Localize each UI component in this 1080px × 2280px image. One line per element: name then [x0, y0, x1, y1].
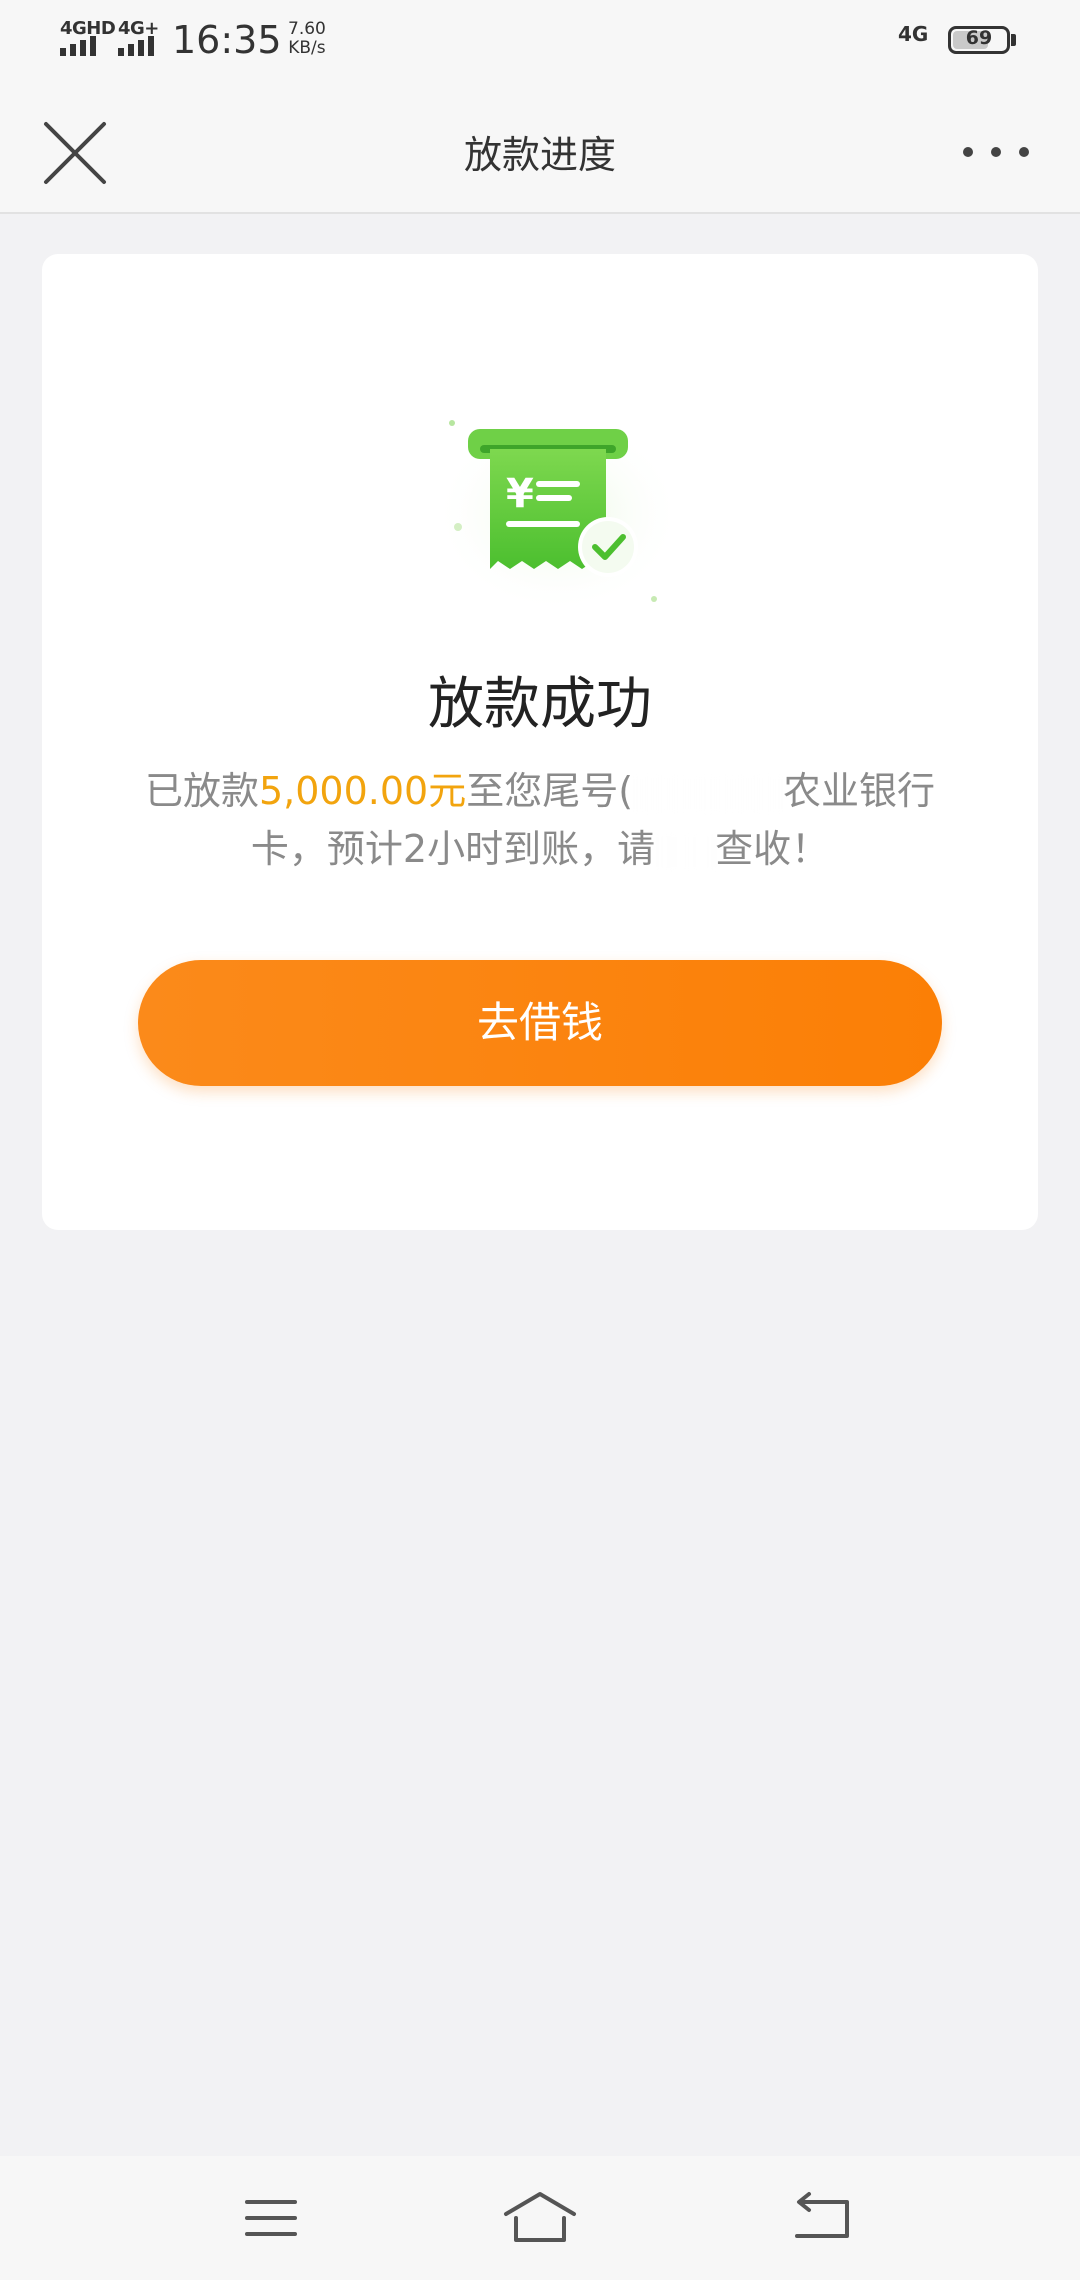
redacted-card-number: [633, 773, 784, 814]
result-card: ¥ 放款成功 已放款5,000.00元至您尾号( 农业银行 卡，预计2小时到账，请…: [42, 254, 1038, 1230]
signal-icon: [60, 36, 96, 56]
nav-bar: 放款进度: [0, 88, 1080, 214]
network-label-right: 4G: [898, 22, 929, 46]
desc-line2-b: 查收！: [715, 827, 830, 871]
system-nav-bar: [0, 2156, 1080, 2280]
clock: 16:35: [172, 18, 282, 62]
battery-level: 69: [965, 27, 993, 49]
success-title: 放款成功: [428, 672, 652, 737]
speed-value: 7.60: [288, 19, 326, 39]
svg-text:¥: ¥: [506, 471, 534, 517]
battery-tip: [1011, 34, 1016, 46]
desc-bank: 农业银行: [783, 769, 936, 813]
speed-unit: KB/s: [288, 38, 326, 58]
desc-line2-a: 卡，预计2小时到账，请: [250, 827, 656, 871]
more-dots-icon[interactable]: [958, 132, 1038, 172]
status-bar: 4GHD 4G+ 16:35 7.60 KB/s 4G 69: [0, 0, 1080, 88]
battery-icon: 69: [948, 26, 1010, 54]
loan-amount: 5,000.00元: [258, 769, 467, 813]
back-icon[interactable]: [783, 2188, 863, 2248]
disbursement-description: 已放款5,000.00元至您尾号( 农业银行 卡，预计2小时到账，请 查收！: [102, 762, 978, 878]
receipt-check-icon: ¥: [428, 399, 688, 619]
menu-icon[interactable]: [231, 2188, 311, 2248]
network-speed: 7.60 KB/s: [288, 20, 326, 58]
desc-mid: 至您尾号(: [466, 769, 634, 813]
borrow-button[interactable]: 去借钱: [138, 960, 942, 1086]
desc-prefix: 已放款: [144, 769, 259, 813]
home-icon[interactable]: [500, 2188, 580, 2248]
page: 4GHD 4G+ 16:35 7.60 KB/s 4G 69 放款进度 ¥ 放款…: [0, 0, 1080, 2280]
page-title: 放款进度: [463, 133, 616, 177]
signal-icon: [118, 36, 154, 56]
redacted-text: [655, 831, 716, 872]
